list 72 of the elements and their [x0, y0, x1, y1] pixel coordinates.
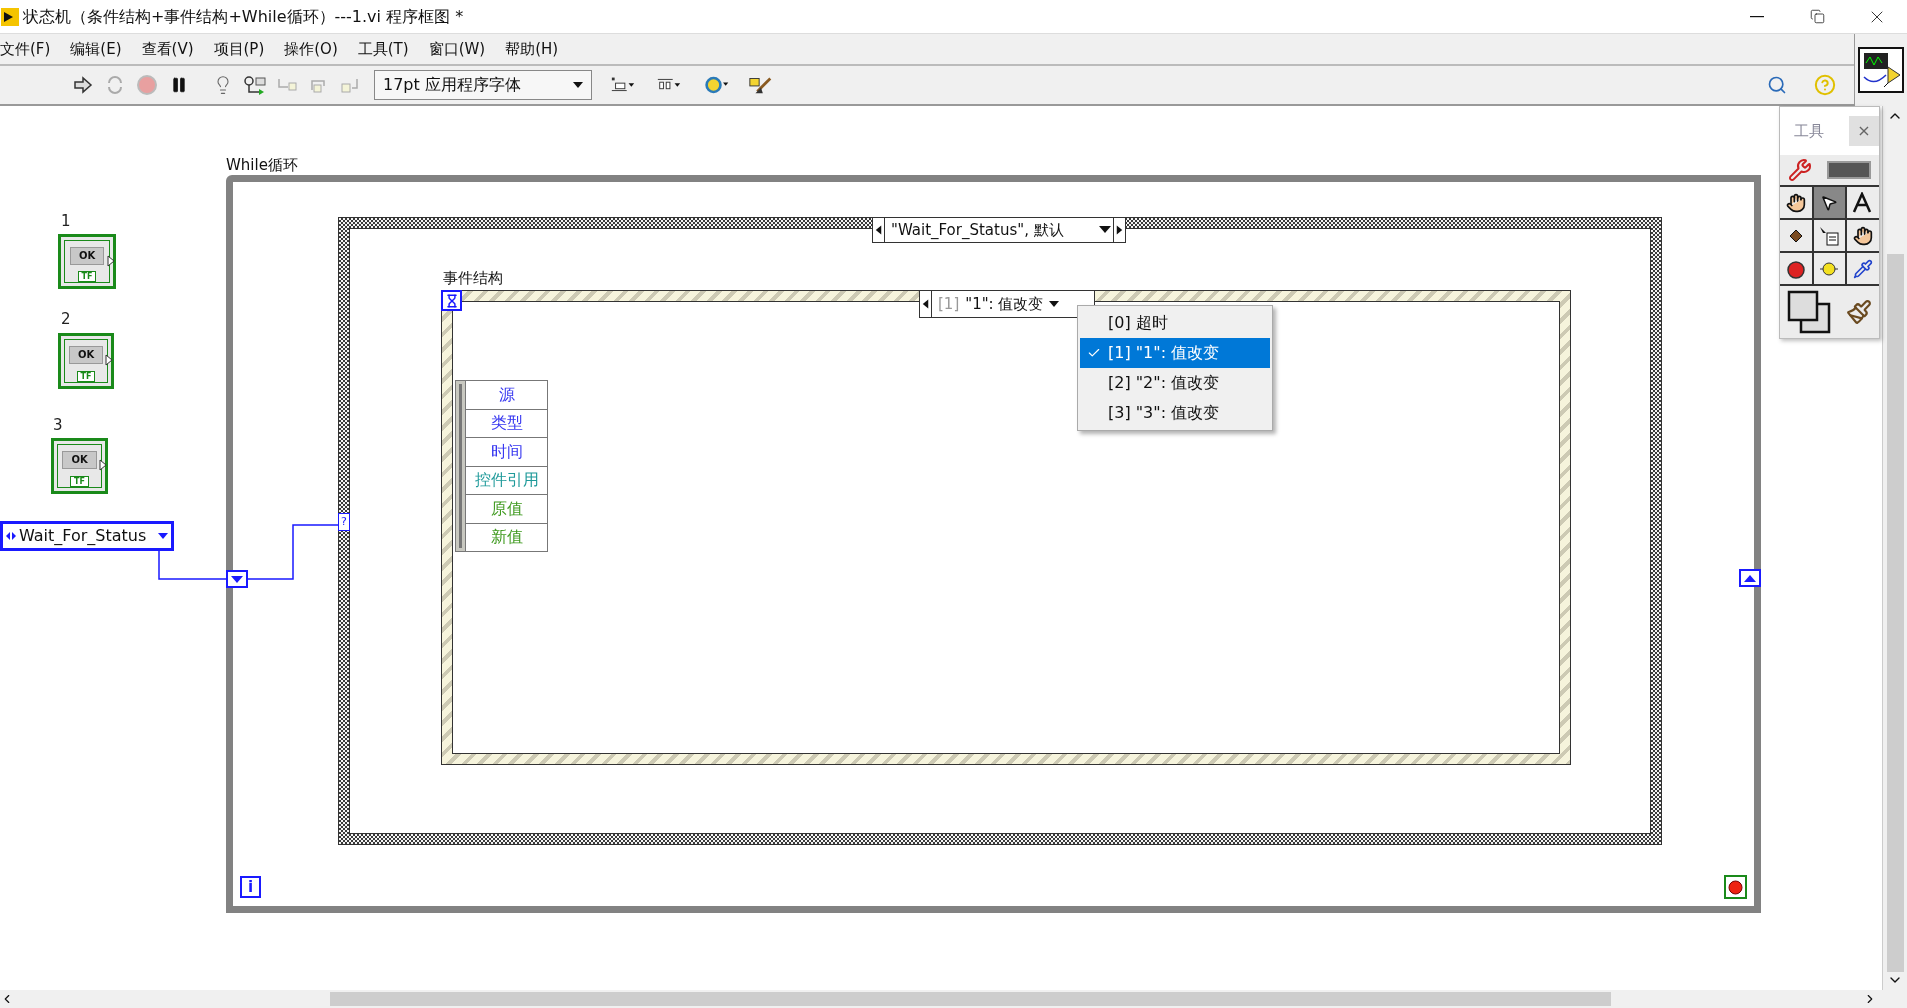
decrement-arrow-icon[interactable]: [920, 291, 932, 317]
control-label: 1: [61, 211, 71, 232]
increment-arrow-icon[interactable]: [1113, 218, 1125, 242]
button-glyph: OK: [68, 346, 104, 364]
output-arrow-icon: [105, 354, 113, 366]
restore-icon: [1809, 9, 1825, 24]
selector-terminal: ?: [338, 513, 350, 531]
menu-item[interactable]: 窗口(W): [428, 37, 486, 61]
app-icon: [1, 7, 19, 26]
type-label: TF: [77, 271, 97, 282]
scrollbar-thumb[interactable]: [1886, 254, 1904, 972]
caret-icon: [1049, 300, 1060, 308]
menu-item[interactable]: 项目(P): [213, 37, 265, 61]
menu-item[interactable]: 工具(T): [357, 37, 409, 61]
enum-constant[interactable]: Wait_For_Status: [0, 521, 174, 551]
data-node-item[interactable]: 类型: [466, 409, 547, 438]
window-title: 状态机（条件结构+事件结构+While循环）---1.vi 程序框图 *: [23, 5, 464, 28]
color-swatch-icon[interactable]: [1787, 290, 1832, 334]
text-tool-icon[interactable]: [1847, 187, 1879, 218]
button-glyph: OK: [62, 451, 97, 469]
menu-option[interactable]: [2] "2": 值改变: [1080, 368, 1270, 398]
caret-icon: [1099, 226, 1111, 234]
data-node-item[interactable]: 原值: [466, 495, 547, 524]
down-triangle-icon: [231, 575, 243, 583]
breakpoint-icon[interactable]: [1780, 253, 1812, 284]
up-triangle-icon: [1744, 574, 1756, 582]
data-node-item[interactable]: 时间: [466, 438, 547, 467]
boolean-terminal[interactable]: OK TF: [58, 333, 114, 389]
check-icon: [1087, 346, 1101, 360]
increment-decrement-icon[interactable]: [6, 531, 16, 541]
shortcut-menu-icon[interactable]: [1813, 220, 1846, 251]
probe-icon[interactable]: [1813, 253, 1846, 284]
caret-icon: [573, 82, 583, 88]
font-dropdown[interactable]: 17pt 应用程序字体: [374, 70, 592, 100]
data-node-item[interactable]: 源: [466, 381, 547, 410]
caret-icon: [158, 532, 168, 540]
structure-label: 事件结构: [443, 268, 503, 289]
event-selector[interactable]: [1] "1": 值改变: [919, 290, 1095, 318]
hand-pointer-icon[interactable]: [1780, 187, 1812, 218]
menu-option[interactable]: [1] "1": 值改变: [1080, 338, 1270, 368]
auto-tool-indicator[interactable]: [1827, 161, 1872, 179]
menu-item[interactable]: 查看(V): [141, 37, 194, 61]
auto-tool-icon[interactable]: [1787, 158, 1812, 182]
output-arrow-icon: [107, 255, 115, 267]
case-selector[interactable]: "Wait_For_Status", 默认: [872, 217, 1126, 243]
palette-title: 工具: [1794, 120, 1824, 142]
boolean-terminal[interactable]: OK TF: [51, 438, 108, 494]
minimize-icon: [1750, 15, 1764, 18]
data-node-item[interactable]: 控件引用: [466, 466, 547, 495]
color-picker-icon[interactable]: [1847, 253, 1879, 284]
iteration-terminal: i: [240, 876, 261, 898]
data-node-item[interactable]: 新值: [466, 523, 547, 551]
vi-icon[interactable]: [1858, 47, 1904, 93]
loop-label: While循环: [226, 155, 298, 176]
menu-item[interactable]: 文件(F): [0, 37, 51, 61]
control-label: 3: [53, 415, 63, 436]
menu-option[interactable]: [3] "3": 值改变: [1080, 398, 1270, 428]
scrollbar-thumb[interactable]: [330, 992, 1611, 1006]
paintbrush-icon[interactable]: [1845, 299, 1872, 325]
hand-icon[interactable]: [1847, 220, 1879, 251]
close-button[interactable]: ×: [1849, 116, 1879, 146]
boolean-terminal[interactable]: OK TF: [58, 234, 116, 289]
menu-item[interactable]: 帮助(H): [505, 37, 559, 61]
type-label: TF: [70, 476, 89, 487]
output-arrow-icon: [99, 459, 107, 471]
decrement-arrow-icon[interactable]: [873, 218, 885, 242]
button-glyph: OK: [69, 247, 105, 265]
menu-item[interactable]: 操作(O): [284, 37, 338, 61]
type-label: TF: [76, 371, 96, 382]
arrow-cursor-icon[interactable]: [1813, 187, 1846, 218]
menu-item[interactable]: 编辑(E): [70, 37, 122, 61]
control-label: 2: [61, 309, 71, 330]
